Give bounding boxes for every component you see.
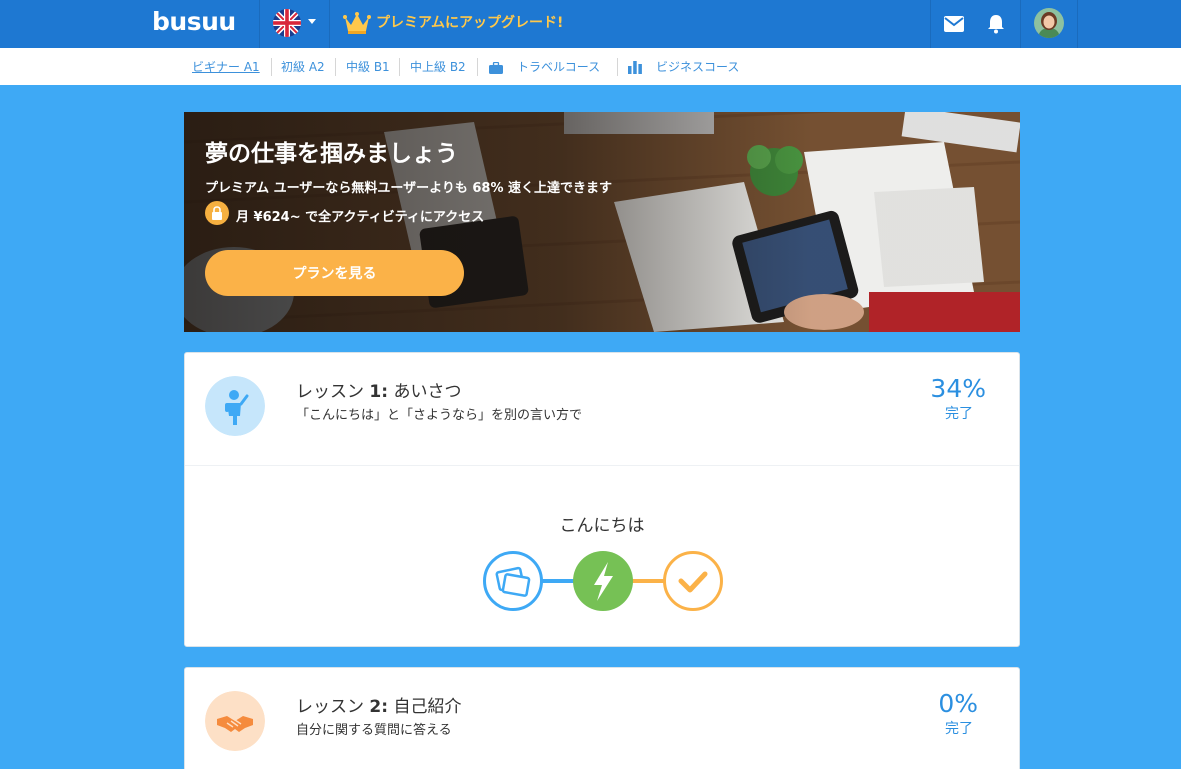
divider — [399, 58, 400, 76]
avatar[interactable] — [1034, 8, 1064, 38]
vocabulary-cards-icon[interactable] — [483, 551, 543, 611]
lesson-title: レッスン 2: 自己紹介 — [296, 697, 462, 717]
briefcase-icon — [489, 59, 503, 78]
lesson-header[interactable]: レッスン 1: あいさつ 「こんにちは」と「さようなら」を別の言い方で 34% … — [185, 353, 1019, 466]
level-tab-a1[interactable]: ビギナー A1 — [192, 58, 260, 75]
progress-percent: 0% — [938, 689, 978, 718]
divider — [1077, 0, 1078, 48]
course-level-bar: ビギナー A1 初級 A2 中級 B1 中上級 B2 トラベルコース ビジネスコ… — [0, 48, 1181, 85]
lock-icon — [205, 201, 229, 225]
divider — [477, 58, 478, 76]
bell-icon[interactable] — [972, 0, 1020, 48]
progress-label: 完了 — [945, 406, 973, 422]
progress-percent: 34% — [930, 374, 986, 403]
lesson-subtitle: 「こんにちは」と「さようなら」を別の言い方で — [296, 408, 583, 423]
business-course-link[interactable]: ビジネスコース — [656, 58, 739, 75]
crown-icon[interactable] — [343, 11, 371, 35]
divider — [329, 0, 330, 48]
mail-icon[interactable] — [930, 0, 978, 48]
top-navigation-bar: busuu プレミアムにアップグレード! — [0, 0, 1181, 48]
greeting-person-icon — [205, 376, 265, 436]
divider — [271, 58, 272, 76]
unit-title: こんにちは — [559, 516, 645, 536]
divider — [1020, 0, 1021, 48]
chevron-down-icon[interactable] — [308, 19, 316, 24]
uk-flag-icon[interactable] — [273, 9, 301, 37]
lesson-subtitle: 自分に関する質問に答える — [296, 723, 452, 738]
busuu-logo[interactable]: busuu — [152, 7, 236, 36]
banner-title: 夢の仕事を掴みましょう — [205, 141, 458, 167]
lesson-card[interactable]: レッスン 2: 自己紹介 自分に関する質問に答える 0% 完了 — [184, 667, 1020, 769]
lesson-card[interactable]: レッスン 1: あいさつ 「こんにちは」と「さようなら」を別の言い方で 34% … — [184, 352, 1020, 647]
checkmark-icon[interactable] — [663, 551, 723, 611]
divider — [335, 58, 336, 76]
upgrade-premium-link[interactable]: プレミアムにアップグレード! — [376, 12, 563, 32]
lightning-icon[interactable] — [573, 551, 633, 611]
divider — [617, 58, 618, 76]
banner-subtitle: プレミアム ユーザーなら無料ユーザーよりも 68% 速く上達できます — [205, 181, 613, 196]
divider — [259, 0, 260, 48]
handshake-icon — [205, 691, 265, 751]
level-tab-b1[interactable]: 中級 B1 — [346, 58, 390, 75]
bar-chart-icon — [628, 59, 642, 78]
view-plans-button[interactable]: プランを見る — [205, 250, 464, 296]
premium-banner: 夢の仕事を掴みましょう プレミアム ユーザーなら無料ユーザーよりも 68% 速く… — [184, 112, 1020, 332]
travel-course-link[interactable]: トラベルコース — [517, 58, 600, 75]
price-text: 月 ¥624~ で全アクティビティにアクセス — [236, 210, 485, 225]
activity-steps — [483, 551, 723, 611]
lesson-title: レッスン 1: あいさつ — [296, 382, 462, 402]
level-tab-a2[interactable]: 初級 A2 — [281, 58, 325, 75]
level-tab-b2[interactable]: 中上級 B2 — [410, 58, 466, 75]
progress-label: 完了 — [945, 721, 973, 737]
